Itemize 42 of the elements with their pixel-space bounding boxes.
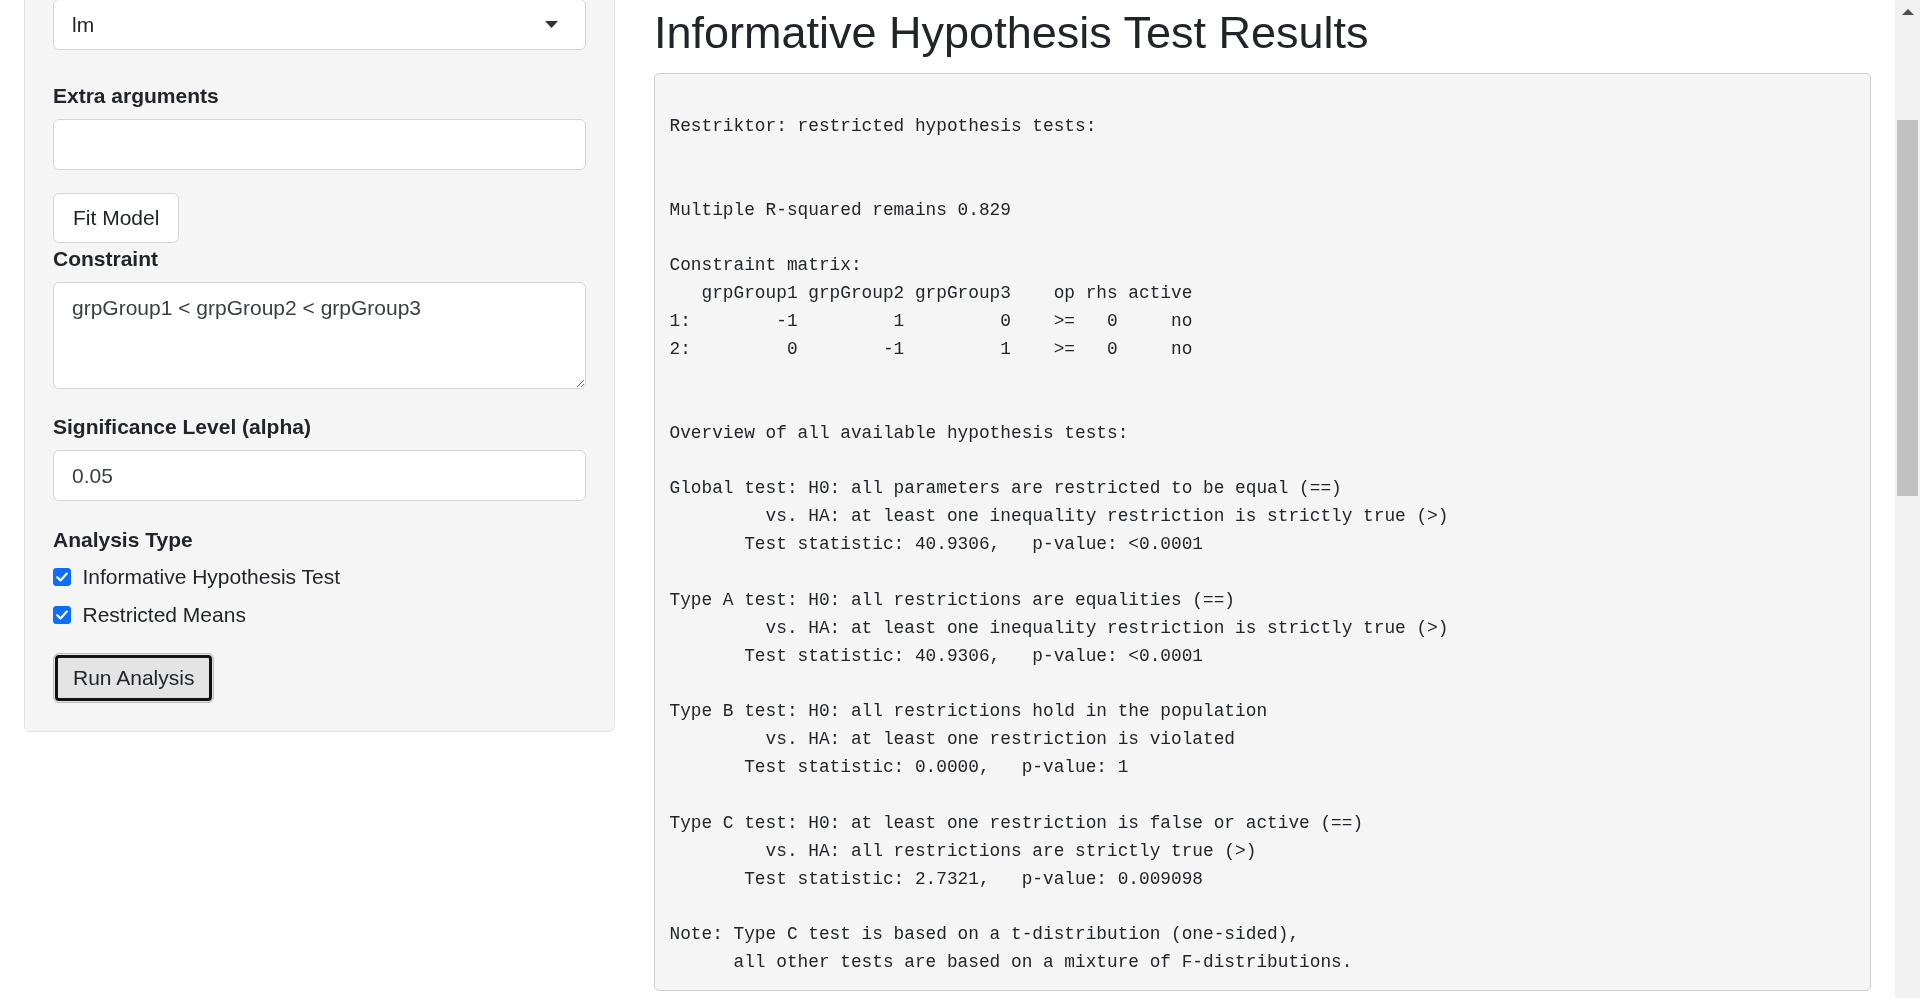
output-line: Test statistic: 0.0000, p-value: 1 [743,756,1129,780]
output-line: Note: Type C test is based on a t-distribution (one-sided), [669,923,1300,947]
output-line: vs. HA: at least one inequality restriction is strictly true (>) [764,616,1449,640]
output-line: Global test: H0: all parameters are restricted to be equal (==) [669,477,1342,501]
checkbox[interactable] [53,568,71,586]
output-line: Multiple R-squared remains 0.829 [669,198,1011,222]
output-line: vs. HA: at least one restriction is violated [764,728,1236,752]
checkmark-icon [56,572,68,582]
output-line: Type A test: H0: all restrictions are equalities (==) [669,588,1236,612]
output-line: 1: -1 1 0 >= 0 no [669,310,1193,334]
input-field[interactable] [53,119,586,170]
output-line: grpGroup1 grpGroup2 grpGroup3 op rhs active [700,282,1193,306]
checkbox[interactable] [53,606,71,624]
scrollbar-thumb[interactable] [1897,120,1918,496]
output-line: 2: 0 -1 1 >= 0 no [669,338,1193,361]
input-field[interactable]: 0.05 [53,450,586,501]
action-button[interactable]: Fit Model [53,192,180,243]
text-area[interactable]: grpGroup1 < grpGroup2 < grpGroup3 [53,281,586,389]
dropdown[interactable]: lm [53,0,586,50]
up-arrow-icon[interactable] [1901,9,1914,15]
field-label: Analysis Type [53,526,194,553]
output-line: Test statistic: 40.9306, p-value: <0.0001 [743,644,1204,668]
field-label: Extra arguments [53,83,220,109]
output-line: all other tests are based on a mixture of F-distributions. [732,951,1353,975]
output-line: Test statistic: 40.9306, p-value: <0.0001 [743,533,1204,557]
page-title: Informative Hypothesis Test Results [654,6,1370,60]
output-line: Constraint matrix: [669,254,862,278]
scrollbar[interactable] [1895,0,1920,998]
checkbox-label[interactable]: Informative Hypothesis Test [82,561,341,593]
action-button[interactable]: Run Analysis [53,653,215,704]
caret-icon [545,21,558,28]
output-line: Restriktor: restricted hypothesis tests: [669,115,1097,138]
output-line: vs. HA: all restrictions are strictly true (>) [764,839,1257,863]
field-label: Constraint [53,245,159,272]
output-line: Type C test: H0: at least one restriction is false or active (==) [669,811,1364,835]
output-line: Test statistic: 2.7321, p-value: 0.009098 [743,867,1204,891]
output-line: vs. HA: at least one inequality restriction is strictly true (>) [764,505,1449,529]
checkmark-icon [56,610,68,620]
checkbox-label[interactable]: Restricted Means [82,599,246,631]
output-line: Type B test: H0: all restrictions hold in the population [669,700,1268,724]
field-label: Significance Level (alpha) [53,414,312,440]
output-line: Overview of all available hypothesis tests: [669,421,1129,445]
